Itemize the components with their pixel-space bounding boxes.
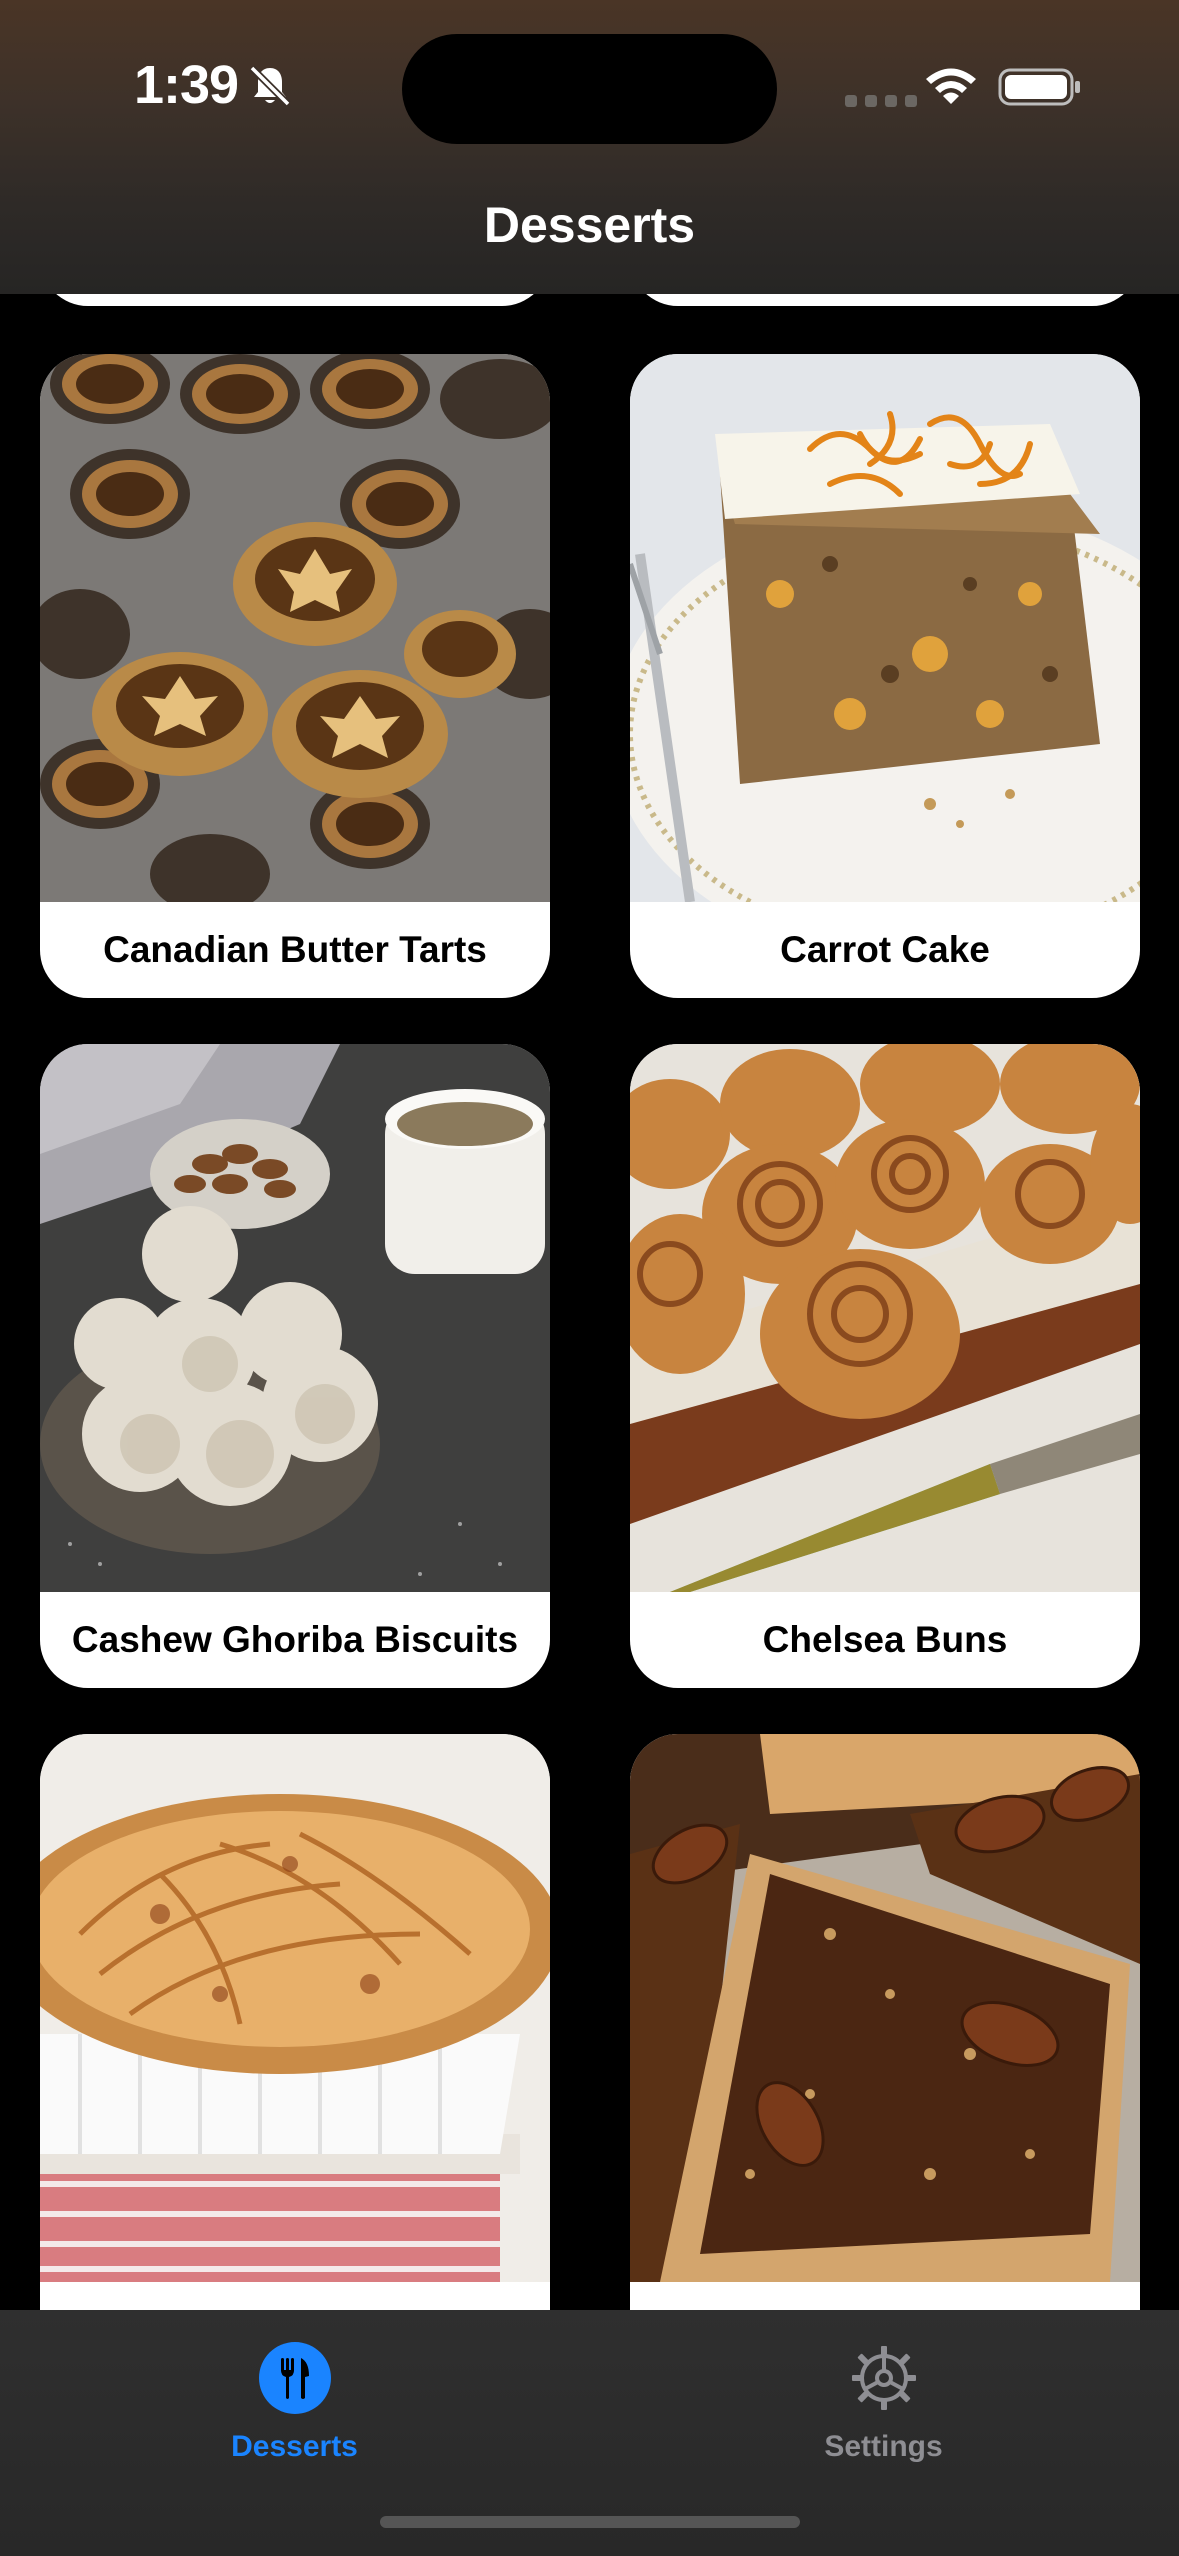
tab-label: Settings xyxy=(824,2430,943,2463)
dessert-card[interactable]: Canadian Butter Tarts xyxy=(40,354,550,998)
dessert-image xyxy=(40,1734,550,2282)
dessert-card[interactable]: Carrot Cake xyxy=(630,354,1140,998)
dessert-name: Canadian Butter Tarts xyxy=(103,929,487,970)
tab-desserts[interactable]: Desserts xyxy=(0,2310,589,2510)
dessert-grid[interactable]: Canadian Butter Tarts Carrot Cake Cashew… xyxy=(0,0,1179,2310)
dessert-name: Cashew Ghoriba Biscuits xyxy=(71,1619,519,1660)
home-indicator xyxy=(380,2516,800,2528)
gear-icon xyxy=(851,2346,916,2410)
dessert-list-screen: Canadian Butter Tarts Carrot Cake Cashew… xyxy=(0,0,1179,2556)
dessert-image xyxy=(630,1044,1140,1592)
navigation-bar: 1:39 Desserts xyxy=(0,0,1179,294)
wifi-icon xyxy=(926,68,976,104)
tab-label: Desserts xyxy=(231,2430,358,2463)
status-time: 1:39 xyxy=(134,55,239,115)
dessert-card[interactable] xyxy=(630,1734,1140,2310)
battery-icon xyxy=(998,68,1080,106)
dessert-image xyxy=(40,1044,550,1592)
dessert-image xyxy=(630,354,1140,902)
dessert-card[interactable] xyxy=(40,1734,550,2310)
dynamic-island xyxy=(402,34,777,144)
dessert-name: Chelsea Buns xyxy=(762,1619,1008,1660)
dessert-image xyxy=(40,354,550,902)
tab-settings[interactable]: Settings xyxy=(589,2310,1178,2510)
dessert-name xyxy=(40,2282,550,2310)
dessert-name xyxy=(630,2282,1140,2310)
dessert-card[interactable]: Cashew Ghoriba Biscuits xyxy=(40,1044,550,1688)
cellular-signal-icon xyxy=(845,95,917,107)
fork-knife-icon xyxy=(258,2342,331,2414)
dessert-image xyxy=(630,1734,1140,2282)
dessert-name: Carrot Cake xyxy=(780,929,990,970)
bell-slash-icon xyxy=(249,65,291,107)
dessert-card[interactable]: Chelsea Buns xyxy=(630,1044,1140,1688)
page-title: Desserts xyxy=(483,197,696,253)
